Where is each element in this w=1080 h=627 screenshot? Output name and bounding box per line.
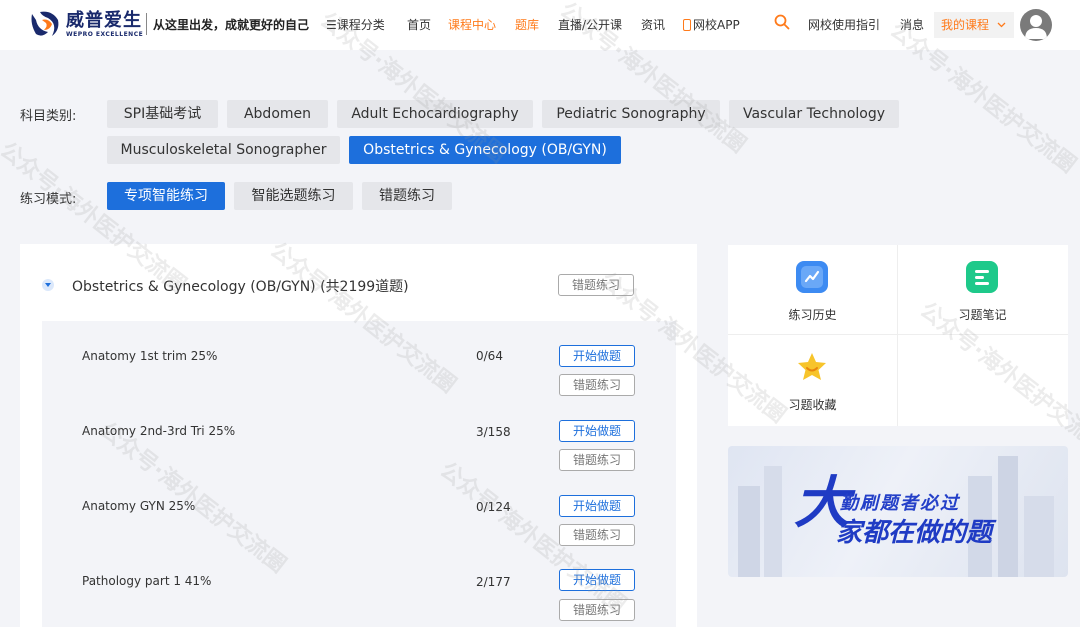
user-icon [1025, 15, 1047, 39]
topic-name: Anatomy 2nd-3rd Tri 25% [82, 424, 236, 438]
star-icon [796, 351, 828, 383]
start-button[interactable]: 开始做题 [559, 569, 635, 591]
chevron-down-icon [997, 22, 1006, 28]
note-icon [966, 261, 998, 293]
mode-chip-wrong[interactable]: 错题练习 [362, 182, 452, 210]
logo[interactable]: 威普爱生 WEPRO EXCELLENCE [28, 8, 143, 40]
section-header: Obstetrics & Gynecology (OB/GYN) (共2199道… [20, 244, 697, 322]
my-courses-dropdown[interactable]: 我的课程 [934, 12, 1014, 38]
tool-history[interactable]: 练习历史 [728, 245, 897, 334]
tool-grid: 练习历史 习题笔记 习题收藏 [728, 245, 1068, 426]
logo-divider [146, 13, 147, 35]
tool-notes[interactable]: 习题笔记 [898, 245, 1067, 334]
topic-count: 0/124 [476, 500, 511, 514]
avatar[interactable] [1020, 9, 1052, 41]
top-header: 威普爱生 WEPRO EXCELLENCE 从这里出发，成就更好的自己 ☰课程分… [0, 0, 1080, 50]
expand-triangle-icon[interactable] [42, 279, 54, 291]
wrong-button[interactable]: 错题练习 [559, 449, 635, 471]
banner-title: 家都在做的题 [836, 518, 993, 548]
topic-count: 2/177 [476, 575, 511, 589]
wrong-button[interactable]: 错题练习 [559, 524, 635, 546]
logo-text-cn: 威普爱生 [66, 9, 142, 31]
section-wrong-button[interactable]: 错题练习 [558, 274, 634, 296]
nav-course-center[interactable]: 课程中心 [448, 16, 496, 33]
start-button[interactable]: 开始做题 [559, 495, 635, 517]
slogan: 从这里出发，成就更好的自己 [153, 18, 310, 32]
nav-course-catalog[interactable]: ☰课程分类 [326, 16, 385, 33]
subject-chip-pediatric[interactable]: Pediatric Sonography [542, 100, 720, 128]
section-title: Obstetrics & Gynecology (OB/GYN) (共2199道… [72, 279, 409, 295]
topic-list: Anatomy 1st trim 25% 0/64 开始做题 错题练习 Anat… [42, 321, 676, 627]
topic-count: 3/158 [476, 425, 511, 439]
subject-chip-obgyn[interactable]: Obstetrics & Gynecology (OB/GYN) [349, 136, 621, 164]
subject-chip-spi[interactable]: SPI基础考试 [107, 100, 218, 128]
search-icon[interactable] [774, 14, 790, 30]
nav-news[interactable]: 资讯 [641, 16, 665, 33]
mode-chip-smart[interactable]: 智能选题练习 [234, 182, 353, 210]
logo-text-en: WEPRO EXCELLENCE [66, 30, 144, 38]
subject-chip-adult-echo[interactable]: Adult Echocardiography [337, 100, 533, 128]
start-button[interactable]: 开始做题 [559, 345, 635, 367]
promo-banner[interactable]: 大 勤刷题者必过 家都在做的题 [728, 446, 1068, 577]
nav-guide[interactable]: 网校使用指引 [808, 16, 880, 33]
nav-messages[interactable]: 消息 [900, 16, 924, 33]
tool-favorites-label: 习题收藏 [788, 398, 837, 412]
subject-chip-abdomen[interactable]: Abdomen [227, 100, 328, 128]
tool-history-label: 练习历史 [788, 308, 837, 322]
my-courses-label: 我的课程 [941, 18, 990, 32]
subject-chip-vascular[interactable]: Vascular Technology [729, 100, 899, 128]
start-button[interactable]: 开始做题 [559, 420, 635, 442]
mode-label: 练习模式: [20, 192, 77, 207]
nav-app-label: 网校APP [693, 18, 740, 32]
question-panel: Obstetrics & Gynecology (OB/GYN) (共2199道… [20, 244, 697, 627]
wrong-button[interactable]: 错题练习 [559, 599, 635, 621]
subject-chip-msk[interactable]: Musculoskeletal Sonographer [107, 136, 340, 164]
topic-name: Anatomy GYN 25% [82, 499, 196, 513]
mode-chip-special[interactable]: 专项智能练习 [107, 182, 225, 210]
chart-line-icon [796, 261, 828, 293]
topic-count: 0/64 [476, 349, 503, 363]
topic-name: Anatomy 1st trim 25% [82, 349, 218, 363]
logo-icon [28, 8, 62, 40]
phone-icon [683, 19, 691, 31]
subject-label: 科目类别: [20, 109, 77, 124]
topic-name: Pathology part 1 41% [82, 574, 212, 588]
nav-live[interactable]: 直播/公开课 [558, 16, 622, 33]
tool-notes-label: 习题笔记 [958, 308, 1007, 322]
nav-question-bank[interactable]: 题库 [515, 16, 539, 33]
wrong-button[interactable]: 错题练习 [559, 374, 635, 396]
tool-favorites[interactable]: 习题收藏 [728, 335, 897, 424]
nav-home[interactable]: 首页 [407, 16, 431, 33]
nav-app[interactable]: 网校APP [683, 16, 740, 33]
